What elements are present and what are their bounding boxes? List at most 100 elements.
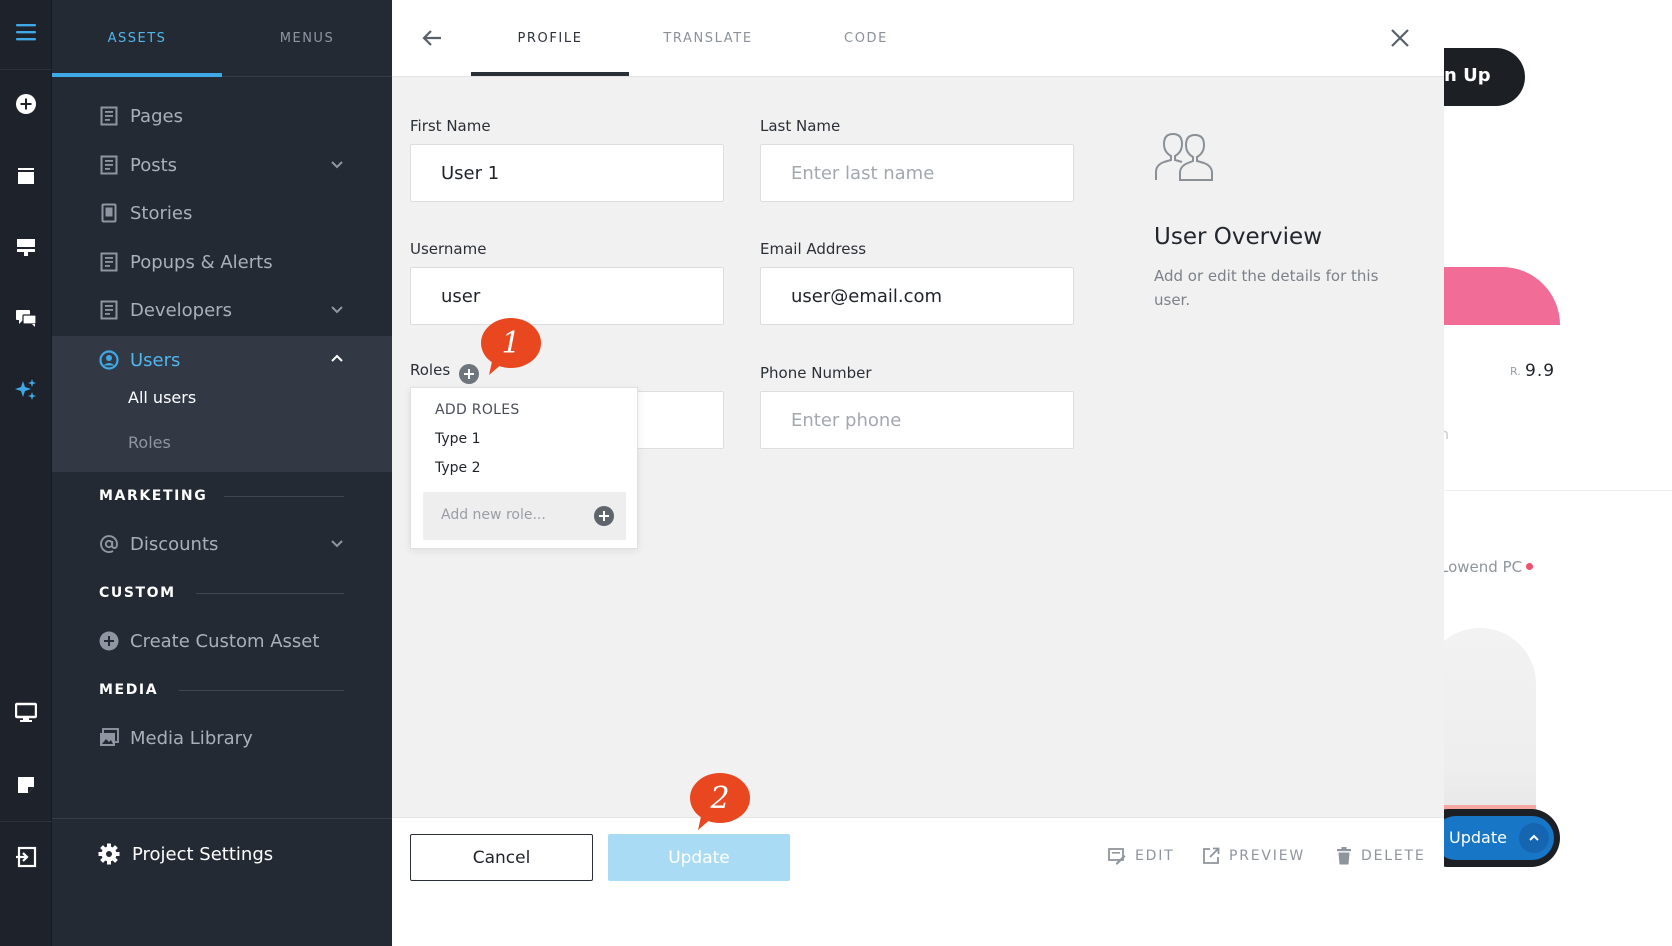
- note-icon[interactable]: [0, 763, 52, 807]
- sidebar-item-label: Users: [130, 349, 181, 371]
- update-floating-label: Update: [1449, 828, 1507, 847]
- archive-icon[interactable]: [0, 154, 52, 198]
- tab-menus[interactable]: MENUS: [222, 0, 392, 77]
- add-role-icon[interactable]: [459, 364, 479, 384]
- sidebar-subitem-roles[interactable]: Roles: [128, 433, 171, 452]
- add-new-role-icon[interactable]: [594, 506, 614, 526]
- hamburger-menu-icon[interactable]: [0, 10, 52, 54]
- rating-value: 9.9: [1525, 361, 1556, 381]
- sidebar-item-discounts[interactable]: Discounts: [52, 520, 392, 568]
- username-field[interactable]: user: [410, 267, 724, 325]
- dropdown-header: ADD ROLES: [435, 402, 520, 418]
- chevron-down-icon[interactable]: [330, 157, 344, 171]
- sidebar-item-media-library[interactable]: Media Library: [52, 714, 392, 762]
- sidebar: ASSETS MENUS Pages Posts Stories Popups …: [52, 0, 392, 946]
- sidebar-item-users[interactable]: Users: [52, 336, 392, 384]
- icon-rail: [0, 0, 52, 946]
- username-label: Username: [410, 240, 487, 258]
- pink-banner: [1444, 267, 1560, 325]
- role-option-type-2[interactable]: Type 2: [435, 460, 481, 476]
- chevron-up-icon[interactable]: [330, 352, 344, 366]
- email-field[interactable]: user@email.com: [760, 267, 1074, 325]
- add-circle-icon[interactable]: [0, 82, 52, 126]
- email-label: Email Address: [760, 240, 867, 258]
- users-outline-icon: [1152, 130, 1214, 184]
- add-circle-icon: [98, 630, 120, 652]
- edit-label: EDIT: [1135, 848, 1175, 864]
- panel-header: PROFILE TRANSLATE CODE: [392, 0, 1444, 77]
- divider: [1444, 490, 1672, 491]
- user-edit-panel: PROFILE TRANSLATE CODE First Name User 1…: [392, 0, 1444, 946]
- sparkle-icon[interactable]: [0, 368, 52, 412]
- chevron-up-icon[interactable]: [1519, 823, 1549, 853]
- logout-icon[interactable]: [0, 835, 52, 879]
- role-option-type-1[interactable]: Type 1: [435, 431, 481, 447]
- sidebar-item-stories[interactable]: Stories: [52, 189, 392, 237]
- first-name-field[interactable]: User 1: [410, 144, 724, 202]
- sidebar-item-label: Pages: [130, 105, 183, 127]
- section-heading-media: MEDIA: [99, 682, 159, 698]
- project-settings-label: Project Settings: [132, 843, 274, 865]
- page-icon: [98, 251, 120, 273]
- update-button[interactable]: Update: [608, 834, 790, 881]
- project-settings-button[interactable]: Project Settings: [98, 843, 273, 865]
- sidebar-item-developers[interactable]: Developers: [52, 286, 392, 334]
- roles-label: Roles: [410, 361, 451, 379]
- sidebar-tabs: ASSETS MENUS: [52, 0, 392, 77]
- users-section: Users All users Roles: [52, 336, 392, 472]
- back-arrow-icon[interactable]: [420, 26, 444, 50]
- images-icon: [98, 727, 120, 749]
- gear-icon: [98, 843, 120, 865]
- callout-badge-2: 2: [690, 772, 752, 834]
- callout-number: 2: [710, 780, 730, 816]
- sidebar-item-label: Popups & Alerts: [130, 251, 273, 273]
- trash-icon: [1337, 847, 1351, 865]
- project-settings-bar: Project Settings: [52, 818, 392, 946]
- external-link-icon: [1203, 847, 1220, 864]
- section-heading-marketing: MARKETING: [99, 488, 208, 504]
- store-name: Lowend PC: [1444, 558, 1523, 576]
- new-role-placeholder: Add new role...: [441, 507, 546, 523]
- page-icon: [98, 299, 120, 321]
- new-role-input[interactable]: Add new role...: [423, 492, 626, 540]
- sidebar-item-pages[interactable]: Pages: [52, 92, 392, 140]
- callout-number: 1: [501, 325, 521, 361]
- chevron-down-icon[interactable]: [330, 536, 344, 550]
- background-page: n Up R. 9.9 n Lowend PC Update: [1444, 0, 1672, 946]
- edit-action[interactable]: EDIT: [1108, 847, 1175, 865]
- cancel-button[interactable]: Cancel: [410, 834, 593, 881]
- preview-label: PREVIEW: [1229, 848, 1306, 864]
- page-icon: [98, 154, 120, 176]
- at-sign-icon: [98, 533, 120, 555]
- sidebar-subitem-all-users[interactable]: All users: [128, 388, 196, 407]
- update-floating-button[interactable]: Update: [1444, 816, 1554, 860]
- phone-field[interactable]: Enter phone: [760, 391, 1074, 449]
- panel-footer: Cancel Update EDIT PREVIEW DELETE: [392, 817, 1444, 946]
- divider: [196, 593, 344, 594]
- create-custom-asset-button[interactable]: Create Custom Asset: [52, 617, 392, 665]
- user-circle-icon: [98, 349, 120, 371]
- active-tab-indicator: [52, 73, 222, 77]
- layout-icon[interactable]: [0, 225, 52, 269]
- sidebar-item-popups-alerts[interactable]: Popups & Alerts: [52, 238, 392, 286]
- tab-translate[interactable]: TRANSLATE: [629, 0, 787, 77]
- desktop-icon[interactable]: [0, 690, 52, 734]
- comments-icon[interactable]: [0, 296, 52, 340]
- delete-action[interactable]: DELETE: [1336, 847, 1425, 865]
- section-heading-custom: CUSTOM: [99, 585, 176, 601]
- tab-code[interactable]: CODE: [787, 0, 945, 77]
- tab-assets[interactable]: ASSETS: [52, 0, 222, 77]
- close-icon[interactable]: [1388, 26, 1412, 50]
- chevron-down-icon[interactable]: [330, 302, 344, 316]
- sidebar-item-label: Create Custom Asset: [130, 630, 320, 652]
- overview-title: User Overview: [1154, 224, 1323, 250]
- signup-label: n Up: [1444, 65, 1491, 86]
- sidebar-item-posts[interactable]: Posts: [52, 141, 392, 189]
- rating-prefix: R.: [1510, 365, 1521, 378]
- last-name-field[interactable]: Enter last name: [760, 144, 1074, 202]
- preview-action[interactable]: PREVIEW: [1202, 847, 1305, 865]
- sidebar-item-label: Stories: [130, 202, 193, 224]
- signup-button[interactable]: n Up: [1444, 48, 1525, 106]
- tab-profile[interactable]: PROFILE: [471, 0, 629, 77]
- sidebar-item-label: Posts: [130, 154, 178, 176]
